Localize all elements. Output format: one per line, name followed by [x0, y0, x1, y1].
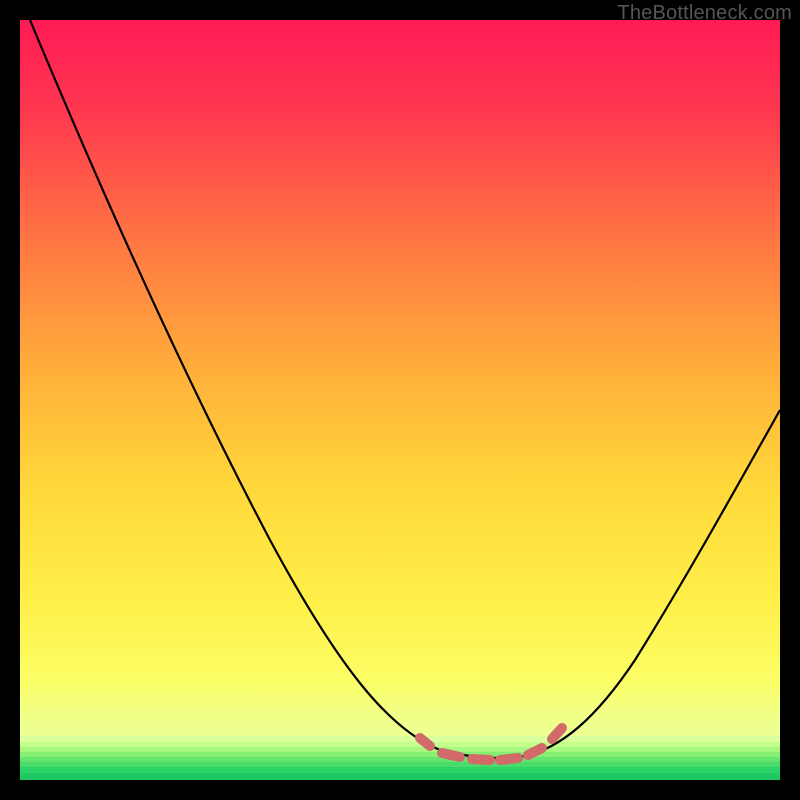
bottleneck-curve	[20, 20, 780, 780]
chart-plot-area	[20, 20, 780, 780]
watermark-text: TheBottleneck.com	[617, 2, 792, 25]
